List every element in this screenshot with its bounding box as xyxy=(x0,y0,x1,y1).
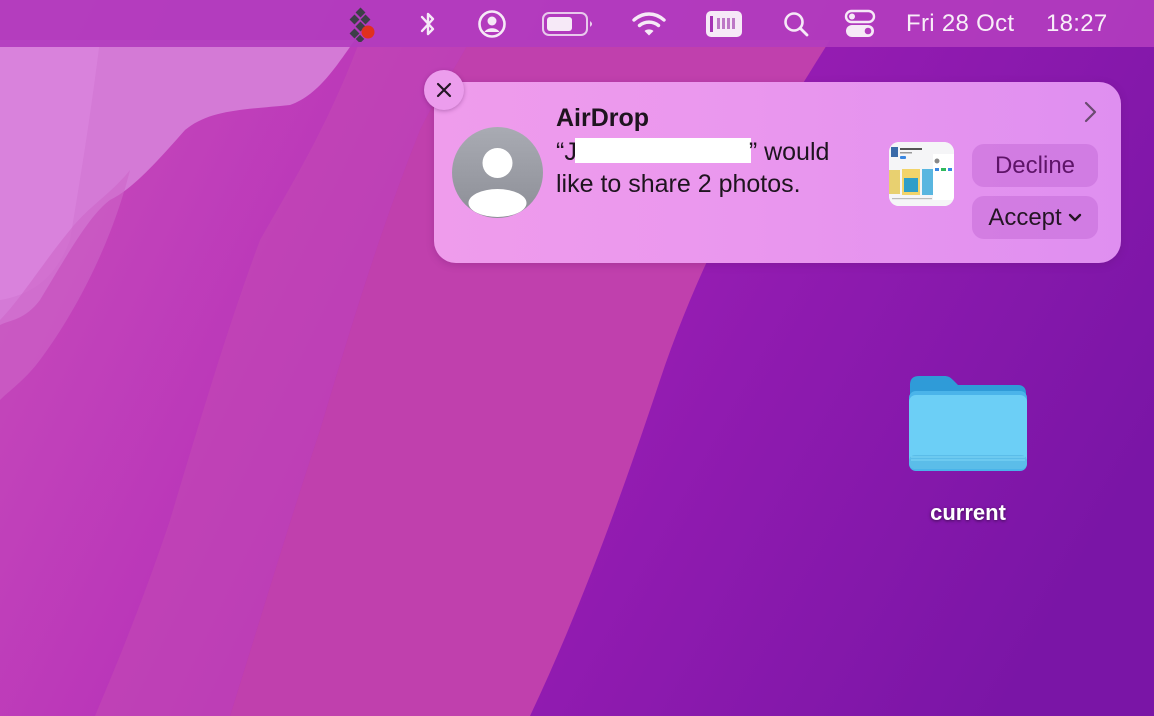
accept-label: Accept xyxy=(988,203,1062,231)
battery-icon[interactable] xyxy=(540,0,596,47)
keyboard-input-icon[interactable] xyxy=(703,0,745,47)
menu-bar: Fri 28 Oct 18:27 xyxy=(0,0,1154,47)
control-center-icon[interactable] xyxy=(842,0,878,47)
accept-button[interactable]: Accept xyxy=(972,196,1098,239)
wifi-icon[interactable] xyxy=(628,0,670,47)
person-placeholder-icon xyxy=(468,148,527,217)
message-text: like to share 2 photos. xyxy=(556,170,801,198)
redacted-sender-name xyxy=(574,138,751,163)
sender-suffix: ” would xyxy=(748,138,830,166)
decline-button[interactable]: Decline xyxy=(972,144,1098,187)
bluetooth-icon[interactable] xyxy=(412,0,444,47)
menubar-time[interactable]: 18:27 xyxy=(1046,0,1118,47)
menubar-date[interactable]: Fri 28 Oct xyxy=(906,0,1032,47)
folder-icon[interactable] xyxy=(908,371,1028,478)
user-account-icon[interactable] xyxy=(474,0,510,47)
spotlight-search-icon[interactable] xyxy=(779,0,813,47)
avatar xyxy=(452,127,543,218)
chevron-down-icon[interactable] xyxy=(1068,213,1082,223)
sender-prefix: “J xyxy=(556,138,577,166)
close-icon xyxy=(436,82,452,98)
notification-message: “J ” would like to share 2 photos. xyxy=(556,136,866,200)
folder-label[interactable]: current xyxy=(900,500,1036,526)
close-notification-button[interactable] xyxy=(424,70,464,110)
chevron-right-icon[interactable] xyxy=(1080,100,1100,129)
desktop-folder[interactable]: current xyxy=(900,365,1036,535)
decline-label: Decline xyxy=(994,151,1076,179)
notification-app-title: AirDrop xyxy=(556,104,650,132)
shared-photo-thumbnail[interactable] xyxy=(889,142,954,206)
app-grid-with-badge-icon[interactable] xyxy=(340,0,380,47)
airdrop-notification[interactable]: AirDrop “J ” would like to share 2 photos… xyxy=(434,82,1121,263)
notification-badge xyxy=(361,25,375,38)
